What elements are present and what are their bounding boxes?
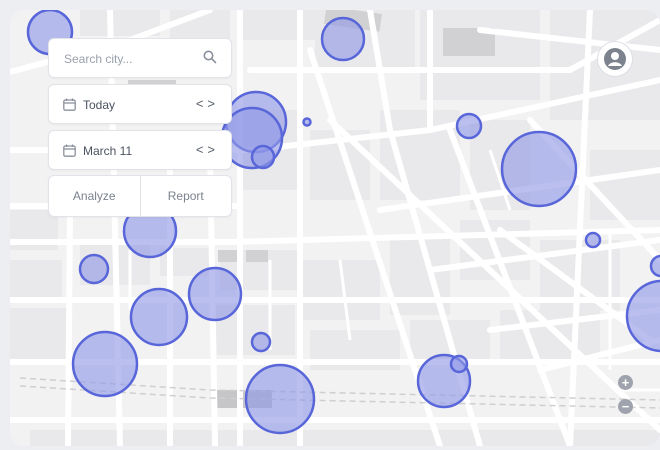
map-bubble <box>649 254 660 278</box>
chevron-left-icon[interactable]: < <box>196 96 208 111</box>
zoom-out-icon[interactable]: − <box>618 399 633 414</box>
map-bubble <box>250 331 272 353</box>
chevron-left-icon[interactable]: < <box>196 142 208 157</box>
map-bubble <box>449 354 469 374</box>
map-bubble <box>320 16 366 62</box>
zoom-in-icon[interactable]: + <box>618 375 633 390</box>
map-bubble <box>187 266 243 322</box>
map-bubble <box>302 117 312 127</box>
user-avatar[interactable] <box>597 41 633 77</box>
calendar-icon <box>63 98 76 116</box>
map-bubble <box>250 144 276 170</box>
map-frame: Search city... Today <> March 11 <> Anal… <box>10 10 660 446</box>
report-button[interactable]: Report <box>141 176 232 216</box>
map-bubble <box>500 130 578 208</box>
chevron-right-icon[interactable]: > <box>207 142 219 157</box>
date-filter-label: Today <box>83 98 116 112</box>
map-bubble <box>129 287 189 347</box>
calendar-icon <box>63 144 76 162</box>
date-filter-label: March 11 <box>83 144 133 158</box>
map-bubble <box>455 112 483 140</box>
search-box[interactable]: Search city... <box>48 38 232 78</box>
chevron-right-icon[interactable]: > <box>207 96 219 111</box>
map-bubble <box>78 253 110 285</box>
search-input[interactable]: Search city... <box>64 52 132 66</box>
action-buttons: Analyze Report <box>48 175 232 217</box>
map-bubble <box>71 330 139 398</box>
user-avatar-icon <box>604 48 626 70</box>
map-bubble <box>244 363 316 435</box>
date-filter-today[interactable]: Today <> <box>48 84 232 124</box>
map-bubble <box>584 231 602 249</box>
date-filter-march[interactable]: March 11 <> <box>48 130 232 170</box>
analyze-button[interactable]: Analyze <box>49 176 141 216</box>
search-icon[interactable] <box>203 50 217 69</box>
